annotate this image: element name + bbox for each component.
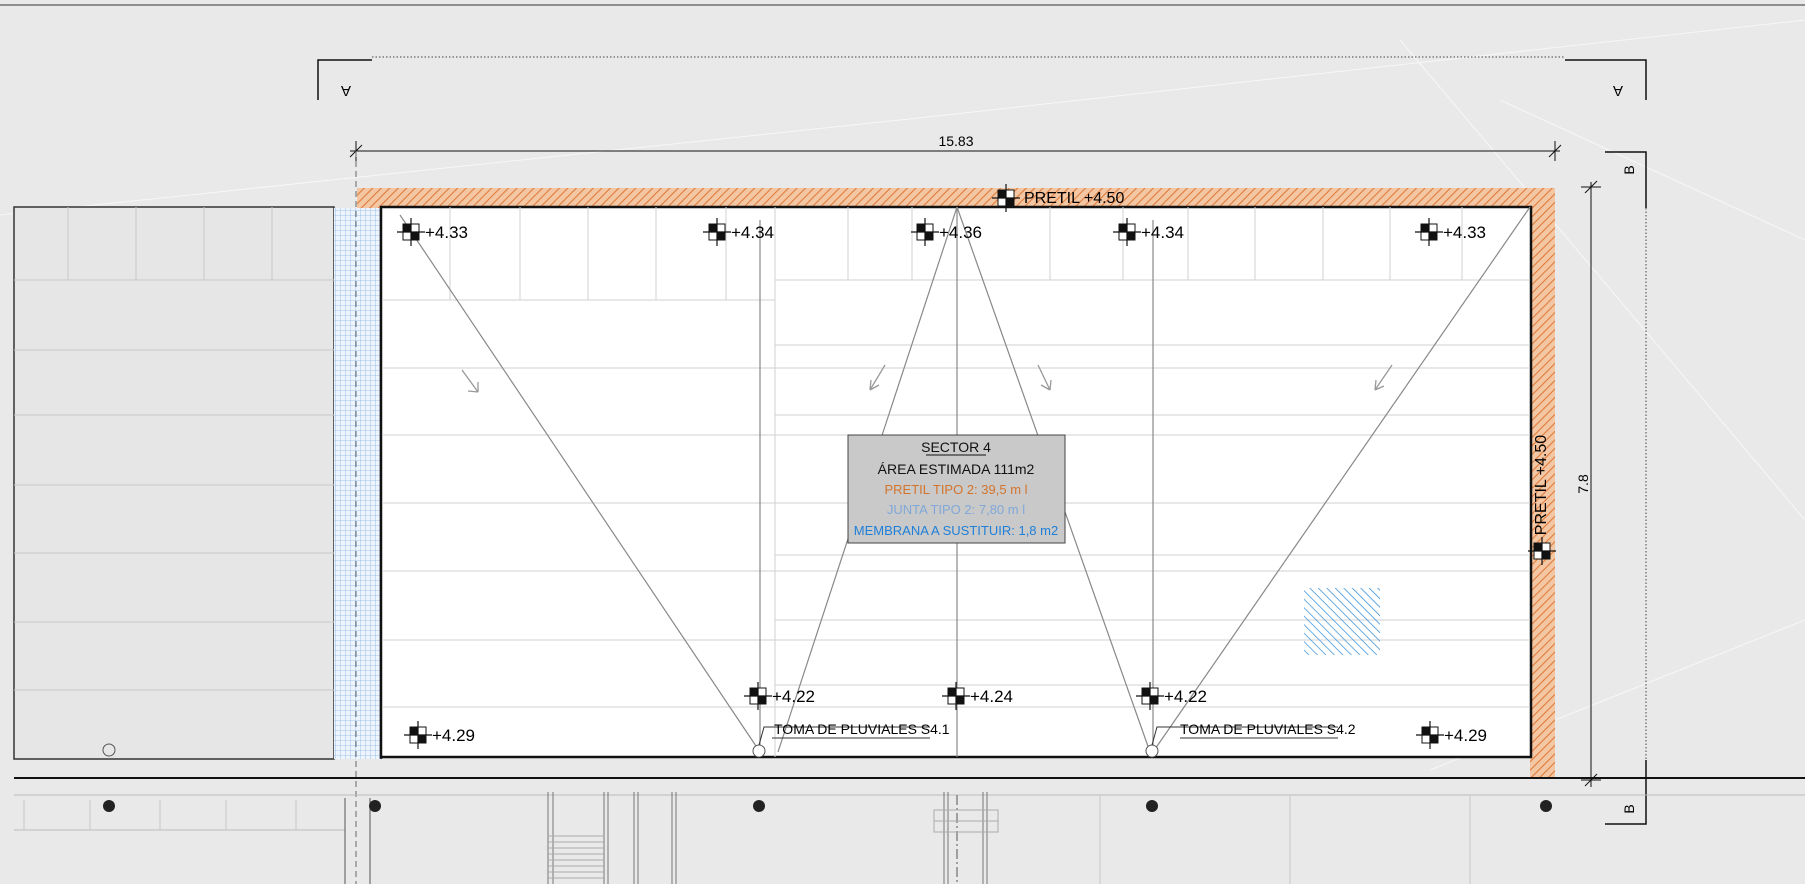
drain-circle-s41	[752, 744, 766, 758]
info-pretil: PRETIL TIPO 2: 39,5 m l	[884, 482, 1027, 497]
info-area: ÁREA ESTIMADA 111m2	[878, 461, 1035, 477]
level-label-bottom-2: +4.22	[772, 687, 815, 706]
columns	[103, 800, 1552, 812]
section-b-bottom-label: B	[1621, 804, 1637, 813]
info-sector-title: SECTOR 4	[921, 439, 991, 455]
section-a-left-label: A	[341, 82, 351, 99]
section-a-right-label: A	[1613, 82, 1623, 99]
drain-label-s41: TOMA DE PLUVIALES S4.1	[774, 721, 950, 737]
level-label-bottom-5: +4.29	[1444, 726, 1487, 745]
parapet-top-label: PRETIL +4.50	[1024, 190, 1124, 207]
membrane-replace-area	[1304, 588, 1380, 655]
section-b-top-label: B	[1621, 165, 1637, 174]
drain-circle-s42	[1145, 744, 1159, 758]
width-dimension-label: 15.83	[938, 133, 973, 149]
roof-plan-drawing: A A B B 15.83 7.8 +4.33 +4.34 +4.36 +4.3…	[0, 4, 1805, 884]
level-label-top-3: +4.36	[939, 223, 982, 242]
level-label-bottom-4: +4.22	[1164, 687, 1207, 706]
drain-label-s42: TOMA DE PLUVIALES S4.2	[1180, 721, 1356, 737]
info-membrana: MEMBRANA A SUSTITUIR: 1,8 m2	[854, 523, 1058, 538]
level-label-top-2: +4.34	[731, 223, 774, 242]
level-label-top-5: +4.33	[1443, 223, 1486, 242]
lower-structure	[14, 777, 1805, 884]
sector-info-box: SECTOR 4 ÁREA ESTIMADA 111m2 PRETIL TIPO…	[847, 434, 1066, 544]
height-dimension-label: 7.8	[1575, 474, 1591, 494]
section-mark-b: B B	[1605, 151, 1647, 825]
adjacent-building-left	[13, 206, 335, 760]
level-label-top-4: +4.34	[1141, 223, 1184, 242]
level-label-bottom-1: +4.29	[432, 726, 475, 745]
section-mark-a: A A	[317, 56, 1647, 100]
level-label-top-1: +4.33	[425, 223, 468, 242]
info-junta: JUNTA TIPO 2: 7,80 m l	[887, 502, 1025, 517]
expansion-joint	[334, 208, 382, 759]
level-label-bottom-3: +4.24	[970, 687, 1013, 706]
parapet-right-label: PRETIL +4.50	[1533, 435, 1550, 535]
